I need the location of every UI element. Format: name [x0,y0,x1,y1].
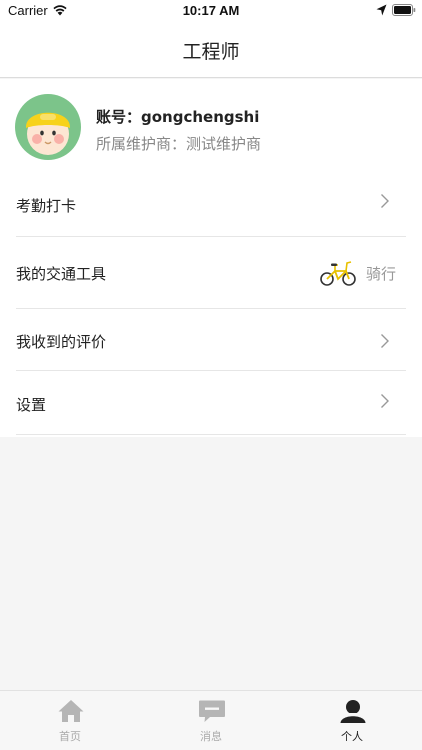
person-icon [340,700,366,723]
status-bar: Carrier 10:17 AM [0,0,422,22]
chevron-right-icon [381,394,389,408]
tab-label: 个人 [341,730,363,743]
menu-item-label: 考勤打卡 [16,197,77,215]
menu-item-label: 设置 [16,396,47,414]
nav-bar: 工程师 [0,22,422,78]
menu-item-label: 我的交通工具 [16,265,107,283]
tab-label: 首页 [59,730,81,743]
tab-bar: 首页 消息 个人 [0,690,422,750]
home-icon [58,700,84,722]
clock: 10:17 AM [182,3,240,18]
page-title: 工程师 [182,41,240,63]
message-icon [199,700,225,722]
battery-icon [392,4,416,16]
menu-item-transport[interactable]: 我的交通工具 骑行 [16,237,406,309]
menu-item-reviews[interactable]: 我收到的评价 [16,309,406,371]
transport-value: 骑行 [366,265,397,283]
location-arrow-icon [376,4,387,16]
chevron-right-icon [381,334,389,348]
profile-content: 账号：gongchengshi 所属维护商：测试维护商 考勤打卡 我的交通工具 … [0,79,422,437]
profile-header: 账号：gongchengshi 所属维护商：测试维护商 [0,79,422,175]
account-label: 账号：gongchengshi [96,108,260,126]
vendor-label: 所属维护商：测试维护商 [96,135,262,153]
bicycle-icon [320,261,356,286]
avatar [15,94,81,160]
menu-item-label: 我收到的评价 [16,333,107,351]
menu-item-attendance[interactable]: 考勤打卡 [16,175,406,237]
menu-item-settings[interactable]: 设置 [16,371,406,435]
tab-home[interactable]: 首页 [0,691,140,750]
tab-profile[interactable]: 个人 [282,691,422,750]
chevron-right-icon [381,194,389,208]
tab-label: 消息 [200,730,222,743]
tab-messages[interactable]: 消息 [141,691,281,750]
